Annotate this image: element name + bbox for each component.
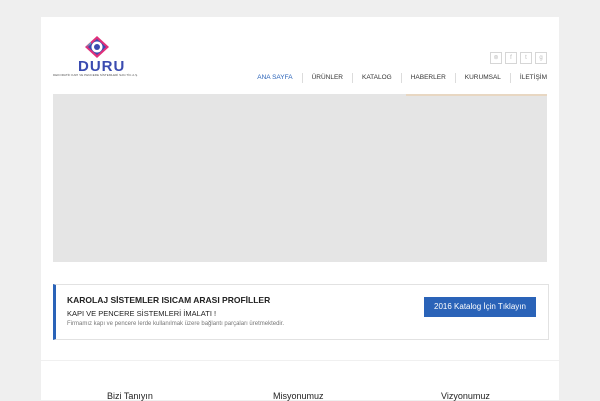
rss-icon[interactable]: ⊚	[490, 52, 502, 64]
facebook-icon[interactable]: f	[505, 52, 517, 64]
hero-image-edge	[406, 94, 547, 96]
promo-title: KAROLAJ SİSTEMLER ISICAM ARASI PROFİLLER	[67, 295, 271, 305]
catalog-button[interactable]: 2016 Katalog İçin Tıklayın	[424, 297, 536, 317]
nav-item-catalog[interactable]: KATALOG	[351, 73, 401, 83]
logo-tagline: DEKORATİF KAPI VE PENCERE SİSTEMLERİ SAN…	[53, 73, 139, 77]
promo-subtitle: KAPI VE PENCERE SİSTEMLERİ İMALATI !	[67, 309, 217, 318]
nav-item-news[interactable]: HABERLER	[400, 73, 455, 83]
logo-mark-icon	[85, 36, 109, 58]
main-nav: ANA SAYFA ÜRÜNLER KATALOG HABERLER KURUM…	[248, 72, 547, 84]
nav-item-products[interactable]: ÜRÜNLER	[301, 73, 352, 83]
nav-item-contact[interactable]: İLETİŞİM	[509, 73, 547, 83]
hero-slider[interactable]	[53, 94, 547, 262]
nav-item-corporate[interactable]: KURUMSAL	[454, 73, 510, 83]
twitter-icon[interactable]: t	[520, 52, 532, 64]
page-container: DURU DEKORATİF KAPI VE PENCERE SİSTEMLER…	[41, 17, 559, 401]
promo-description: Firmamız kapı ve pencere lerde kullanılm…	[67, 321, 285, 327]
logo[interactable]: DURU DEKORATİF KAPI VE PENCERE SİSTEMLER…	[53, 35, 145, 77]
nav-item-home[interactable]: ANA SAYFA	[248, 73, 301, 83]
social-links: ⊚ f t g	[490, 52, 547, 64]
google-plus-icon[interactable]: g	[535, 52, 547, 64]
divider	[41, 360, 559, 361]
promo-box: KAROLAJ SİSTEMLER ISICAM ARASI PROFİLLER…	[53, 284, 549, 340]
